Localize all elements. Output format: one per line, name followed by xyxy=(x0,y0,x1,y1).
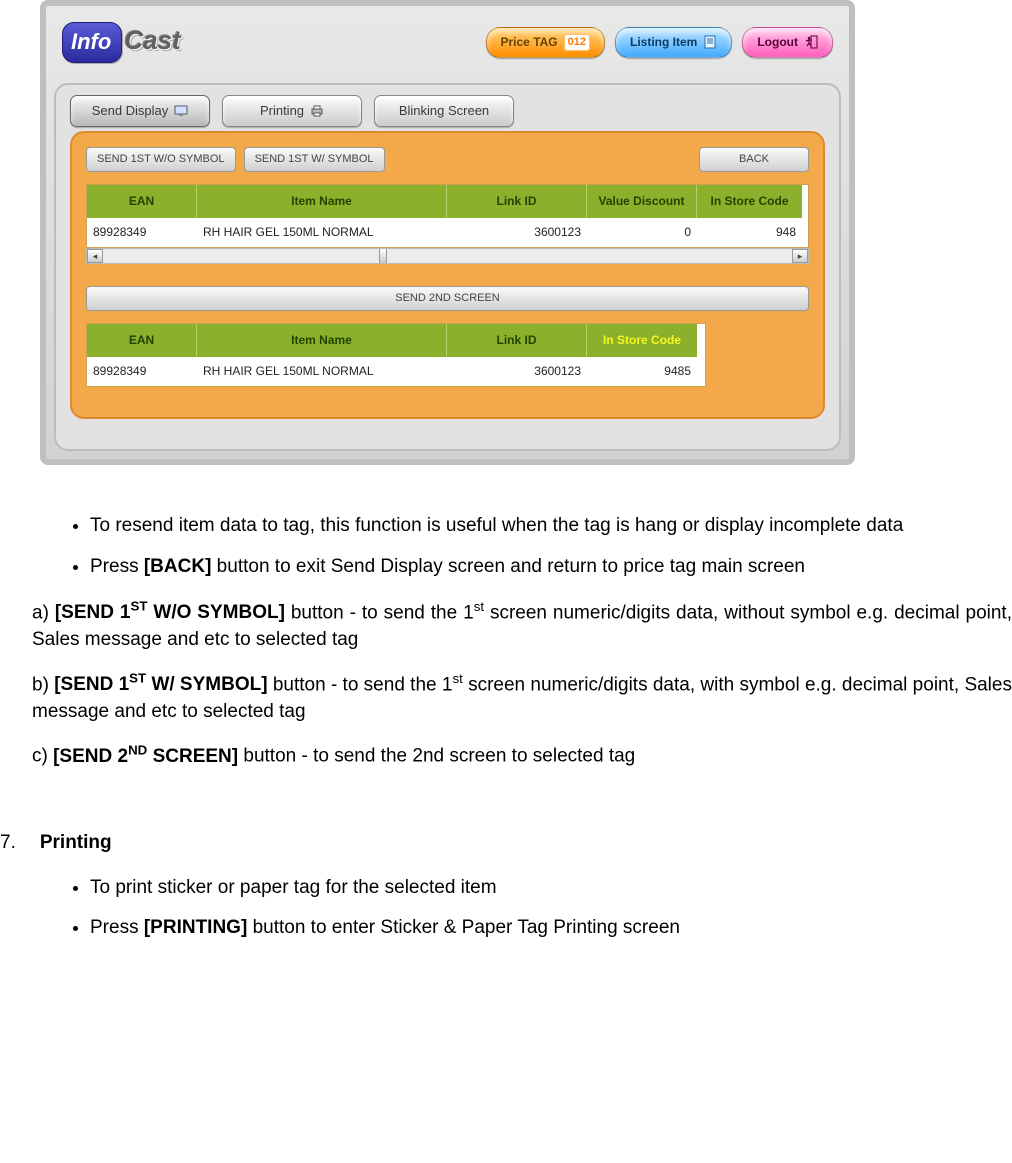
th2-in-store-code: In Store Code xyxy=(587,324,697,357)
section-7-heading: 7. Printing xyxy=(0,830,1012,857)
tab-printing[interactable]: Printing xyxy=(222,95,362,127)
price-tag-label: Price TAG xyxy=(501,34,558,51)
document-icon xyxy=(703,35,717,49)
exit-icon xyxy=(804,35,818,49)
scroll-right-icon[interactable]: ▸ xyxy=(792,249,808,263)
td2-in-store-code: 9485 xyxy=(587,357,697,386)
td2-ean: 89928349 xyxy=(87,357,197,386)
para-a: a) [SEND 1ST W/O SYMBOL] button - to sen… xyxy=(32,598,1012,654)
tab-blinking-screen[interactable]: Blinking Screen xyxy=(374,95,514,127)
back-button[interactable]: BACK xyxy=(699,147,809,172)
printer-icon xyxy=(310,104,324,118)
tab-blinking-label: Blinking Screen xyxy=(399,102,489,120)
scroll-thumb[interactable] xyxy=(379,249,387,263)
td2-link-id: 3600123 xyxy=(447,357,587,386)
logout-label: Logout xyxy=(757,34,798,51)
th-in-store-code: In Store Code xyxy=(697,185,802,218)
th2-ean: EAN xyxy=(87,324,197,357)
send-2nd-screen-button[interactable]: SEND 2ND SCREEN xyxy=(86,286,809,311)
document-body: To resend item data to tag, this functio… xyxy=(0,465,1012,1000)
logout-pill[interactable]: Logout xyxy=(742,27,833,58)
para-b: b) [SEND 1ST W/ SYMBOL] button - to send… xyxy=(32,670,1012,726)
table-2: EAN Item Name Link ID In Store Code 8992… xyxy=(86,323,706,387)
table-1: EAN Item Name Link ID Value Discount In … xyxy=(86,184,809,248)
bullet-back: Press [BACK] button to exit Send Display… xyxy=(90,554,1012,581)
horizontal-scrollbar[interactable]: ◂ ▸ xyxy=(86,248,809,264)
listing-item-label: Listing Item xyxy=(630,34,697,51)
titlebar: Info Cast Price TAG 012 Listing Item Log… xyxy=(48,16,847,77)
infocast-logo: Info Cast xyxy=(62,22,181,63)
td-item-name: RH HAIR GEL 150ML NORMAL xyxy=(197,218,447,247)
th-link-id: Link ID xyxy=(447,185,587,218)
table-row[interactable]: 89928349 RH HAIR GEL 150ML NORMAL 360012… xyxy=(87,357,705,386)
td-value-discount: 0 xyxy=(587,218,697,247)
tab-printing-label: Printing xyxy=(260,102,304,120)
th-ean: EAN xyxy=(87,185,197,218)
listing-item-pill[interactable]: Listing Item xyxy=(615,27,732,58)
scroll-track[interactable] xyxy=(103,249,792,263)
table-2-header: EAN Item Name Link ID In Store Code xyxy=(87,324,705,357)
td-link-id: 3600123 xyxy=(447,218,587,247)
td-in-store-code: 948 xyxy=(697,218,802,247)
send-display-card: SEND 1ST W/O SYMBOL SEND 1ST W/ SYMBOL B… xyxy=(70,131,825,419)
table-1-header: EAN Item Name Link ID Value Discount In … xyxy=(87,185,808,218)
th-item-name: Item Name xyxy=(197,185,447,218)
send-1st-w-symbol-button[interactable]: SEND 1ST W/ SYMBOL xyxy=(244,147,385,172)
logo-info-badge: Info xyxy=(62,22,122,63)
header-pill-row: Price TAG 012 Listing Item Logout xyxy=(486,27,834,58)
bullet-print-1: To print sticker or paper tag for the se… xyxy=(90,875,1012,902)
th2-item-name: Item Name xyxy=(197,324,447,357)
para-c: c) [SEND 2ND SCREEN] button - to send th… xyxy=(32,741,1012,770)
app-window: Info Cast Price TAG 012 Listing Item Log… xyxy=(40,0,855,465)
th2-link-id: Link ID xyxy=(447,324,587,357)
bullet-resend: To resend item data to tag, this functio… xyxy=(90,513,1012,540)
monitor-icon xyxy=(174,104,188,118)
tab-send-display[interactable]: Send Display xyxy=(70,95,210,127)
bullet-print-2: Press [PRINTING] button to enter Sticker… xyxy=(90,915,1012,942)
tab-send-display-label: Send Display xyxy=(92,102,169,120)
button-bar-1: SEND 1ST W/O SYMBOL SEND 1ST W/ SYMBOL B… xyxy=(86,147,809,172)
logo-cast-text: Cast xyxy=(124,22,180,58)
scroll-left-icon[interactable]: ◂ xyxy=(87,249,103,263)
tab-row: Send Display Printing Blinking Screen xyxy=(56,95,839,127)
td2-item-name: RH HAIR GEL 150ML NORMAL xyxy=(197,357,447,386)
send-1st-wo-symbol-button[interactable]: SEND 1ST W/O SYMBOL xyxy=(86,147,236,172)
price-tag-badge: 012 xyxy=(564,34,590,51)
td-ean: 89928349 xyxy=(87,218,197,247)
price-tag-pill[interactable]: Price TAG 012 xyxy=(486,27,606,58)
table-row[interactable]: 89928349 RH HAIR GEL 150ML NORMAL 360012… xyxy=(87,218,808,247)
th-value-discount: Value Discount xyxy=(587,185,697,218)
content-panel: Send Display Printing Blinking Screen SE… xyxy=(54,83,841,451)
